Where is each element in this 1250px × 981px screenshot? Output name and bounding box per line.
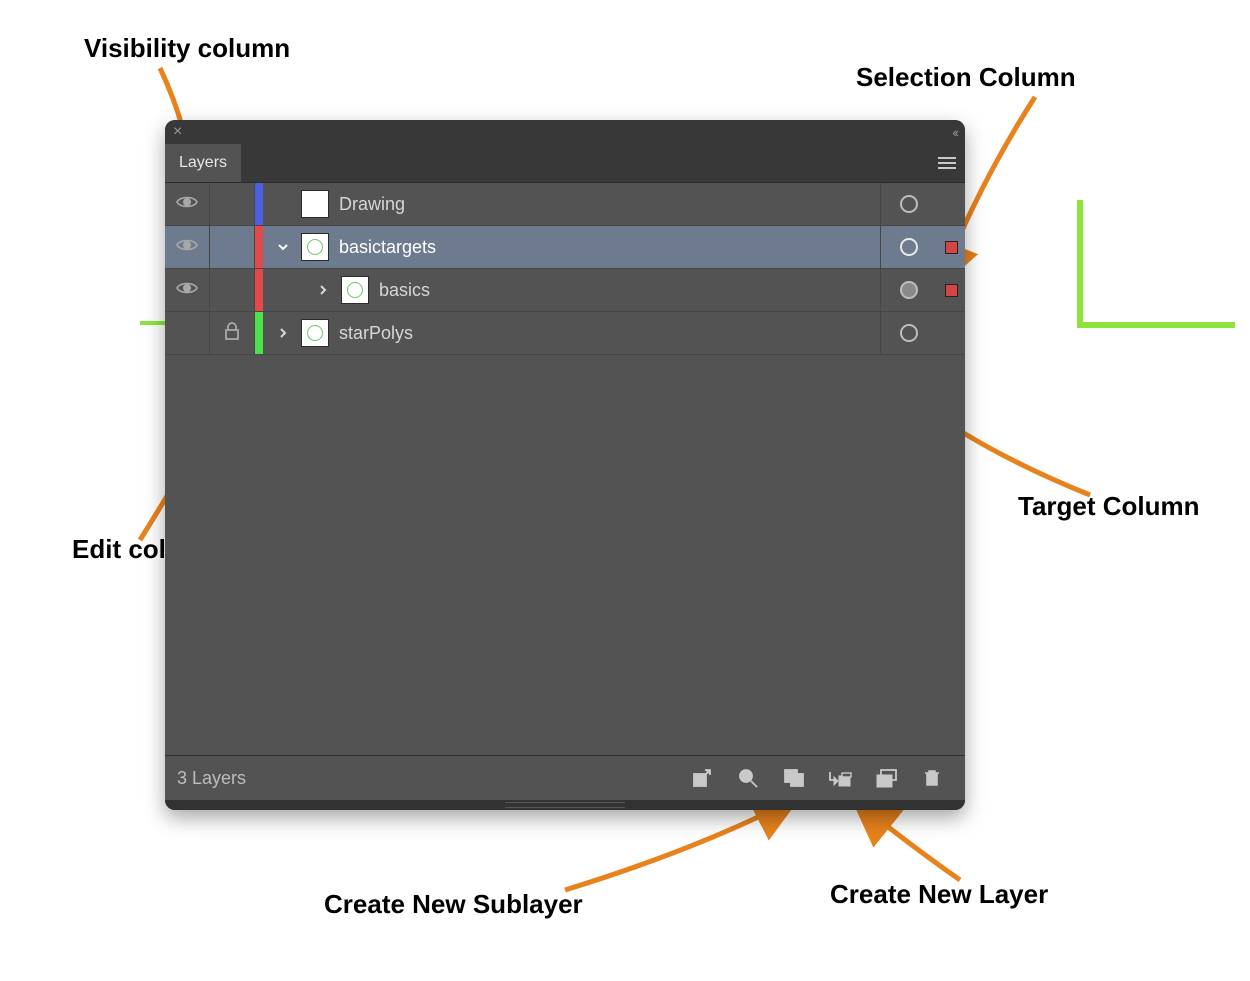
- target-indicator[interactable]: [880, 226, 937, 268]
- edit-toggle[interactable]: [210, 183, 255, 225]
- visibility-toggle[interactable]: [165, 269, 210, 311]
- close-icon[interactable]: ×: [173, 123, 182, 141]
- layer-thumbnail[interactable]: [301, 233, 329, 261]
- layers-panel: × ‹‹ Layers Drawing basictargets basics sta…: [165, 120, 965, 810]
- layer-name-label[interactable]: Drawing: [335, 194, 880, 215]
- disclosure-toggle[interactable]: [311, 284, 335, 296]
- layer-thumbnail[interactable]: [341, 276, 369, 304]
- selection-indicator[interactable]: [937, 183, 965, 225]
- create-new-layer-button[interactable]: [865, 762, 907, 794]
- selection-swatch-icon: [945, 284, 958, 297]
- collapse-icon[interactable]: ‹‹: [952, 125, 957, 140]
- edit-toggle[interactable]: [210, 269, 255, 311]
- layer-color-bar: [255, 269, 263, 311]
- target-ring-icon: [900, 281, 918, 299]
- edit-toggle[interactable]: [210, 226, 255, 268]
- disclosure-toggle[interactable]: [271, 327, 295, 339]
- eye-icon: [176, 280, 198, 301]
- panel-tabbar: Layers: [165, 144, 965, 183]
- delete-button[interactable]: [911, 762, 953, 794]
- selection-swatch-icon: [945, 241, 958, 254]
- layer-thumbnail[interactable]: [301, 319, 329, 347]
- export-icon: [692, 768, 712, 788]
- eye-icon: [176, 194, 198, 215]
- layer-name-label[interactable]: basics: [375, 280, 880, 301]
- target-ring-icon: [900, 324, 918, 342]
- panel-resize-grabber[interactable]: [165, 800, 965, 810]
- visibility-toggle[interactable]: [165, 226, 210, 268]
- eye-icon: [176, 237, 198, 258]
- layer-color-bar: [255, 183, 263, 225]
- annotation-new-sublayer-label: Create New Sublayer: [324, 889, 583, 920]
- layer-name-label[interactable]: basictargets: [335, 237, 880, 258]
- target-ring-icon: [900, 238, 918, 256]
- tab-layers-label: Layers: [179, 154, 227, 172]
- chevron-right-icon: [277, 327, 289, 339]
- layer-row[interactable]: Drawing: [165, 183, 965, 226]
- panel-titlebar: × ‹‹: [165, 120, 965, 144]
- annotation-selection-label: Selection Column: [856, 62, 1076, 93]
- layer-rows-container: Drawing basictargets basics starPolys: [165, 183, 965, 755]
- chevron-down-icon: [277, 241, 289, 253]
- layer-row[interactable]: basics: [165, 269, 965, 312]
- panel-menu-button[interactable]: [929, 144, 965, 182]
- selection-indicator[interactable]: [937, 269, 965, 311]
- layer-row[interactable]: basictargets: [165, 226, 965, 269]
- visibility-toggle[interactable]: [165, 183, 210, 225]
- new-layer-icon: [875, 768, 897, 788]
- layer-thumbnail[interactable]: [301, 190, 329, 218]
- target-indicator[interactable]: [880, 183, 937, 225]
- make-clipping-mask-button[interactable]: [773, 762, 815, 794]
- selection-indicator[interactable]: [937, 312, 965, 354]
- panel-statusbar: 3 Layers: [165, 755, 965, 800]
- export-button[interactable]: [681, 762, 723, 794]
- chevron-right-icon: [317, 284, 329, 296]
- edit-toggle[interactable]: [210, 312, 255, 354]
- annotation-new-layer-label: Create New Layer: [830, 879, 1048, 910]
- tab-layers[interactable]: Layers: [165, 144, 241, 182]
- selection-indicator[interactable]: [937, 226, 965, 268]
- annotation-visibility-label: Visibility column: [84, 33, 290, 64]
- create-new-sublayer-button[interactable]: [819, 762, 861, 794]
- decor-right-line: [1055, 200, 1235, 335]
- target-indicator[interactable]: [880, 312, 937, 354]
- layer-row[interactable]: starPolys: [165, 312, 965, 355]
- layer-color-bar: [255, 312, 263, 354]
- locate-object-button[interactable]: [727, 762, 769, 794]
- new-sublayer-icon: [828, 768, 852, 788]
- layer-name-label[interactable]: starPolys: [335, 323, 880, 344]
- annotation-target-label: Target Column: [1018, 491, 1200, 522]
- disclosure-toggle[interactable]: [271, 241, 295, 253]
- trash-icon: [922, 768, 942, 788]
- lock-icon: [224, 322, 240, 345]
- target-indicator[interactable]: [880, 269, 937, 311]
- target-ring-icon: [900, 195, 918, 213]
- menu-icon: [938, 156, 956, 170]
- search-icon: [738, 768, 758, 788]
- clipping-mask-icon: [783, 768, 805, 788]
- layer-count-label: 3 Layers: [177, 768, 246, 789]
- visibility-toggle[interactable]: [165, 312, 210, 354]
- layer-color-bar: [255, 226, 263, 268]
